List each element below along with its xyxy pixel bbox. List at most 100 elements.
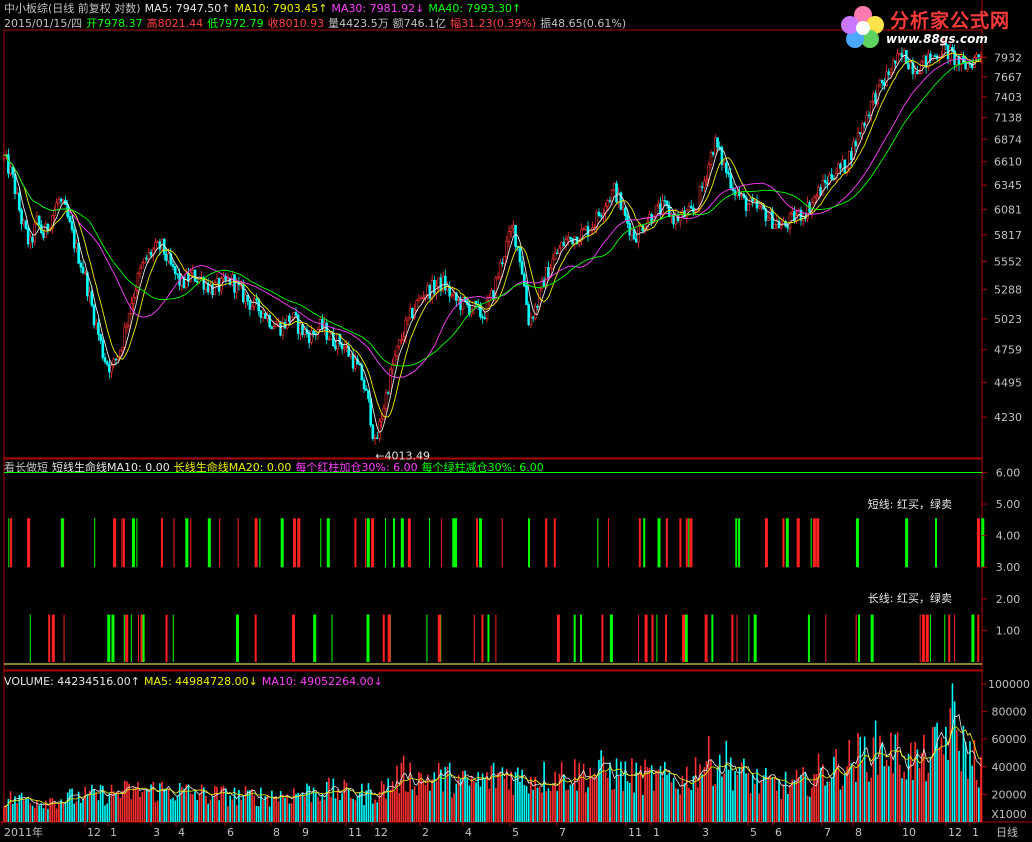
candle-body [786,225,790,229]
volume-bar [222,785,225,822]
long-signal-bar [682,614,686,662]
long-signal-bar [165,614,168,662]
volume-bar [776,790,778,822]
candle-body [119,349,122,357]
short-signal-bar [905,518,909,568]
volume-bar [429,790,431,822]
volume-bar [218,800,220,822]
long-signal-bar [366,614,370,662]
volume-bar [172,797,174,822]
short-signal-bar [259,518,261,568]
long-signal-bar [807,614,810,662]
volume-bar [38,805,40,822]
volume-bar [587,787,589,822]
long-signal-bar [291,614,295,662]
volume-bar [141,791,144,822]
long-signal-bar [387,614,391,662]
chart-canvas[interactable]: ←4013.4942304495475950235288555258176081… [0,0,1032,839]
short-signal-bar [60,518,64,568]
volume-header-item-0: VOLUME: 44234516.00↑ [4,675,140,688]
short-signal-bar [113,518,117,568]
volume-bar [920,753,923,822]
candle-body [42,232,45,238]
indicator-header-item-3: 每个红柱加仓30%: 6.00 [295,461,418,474]
volume-bar [490,765,493,822]
long-signal-bar [382,614,385,662]
candle-body [459,299,462,310]
candle-body [558,247,561,254]
volume-bar [690,790,692,822]
ma30-line [3,58,982,378]
volume-bar [593,773,596,822]
candle-body [176,273,179,275]
price-ytick-label: 7403 [994,91,1022,104]
candle-body [422,297,425,299]
volume-bar [51,798,54,822]
header-line2-item-0: 2015/01/15/四 [4,17,83,30]
candle-body [371,424,375,439]
volume-bar [293,788,295,822]
volume-bar [967,778,969,822]
candle-body [261,313,265,318]
candle-body [222,276,225,279]
volume-bar [11,803,14,822]
volume-bar [914,741,916,822]
volume-bar [484,777,486,822]
candle-body [773,223,776,229]
long-signal-bar [609,614,613,662]
xtick-label: 12 [374,826,388,839]
volume-bar [455,783,458,822]
candle-body [746,204,750,211]
xtick-label: 7 [559,826,566,839]
volume-bar [841,785,844,822]
long-signal-bar [644,614,648,662]
candle-body [79,262,83,268]
candle-body [527,304,531,325]
candle-body [285,315,289,329]
xtick-label: 4 [178,826,185,839]
volume-bar [978,787,980,822]
volume-bar [791,779,793,822]
long-signal-bar [556,614,560,662]
volume-bar [716,767,719,822]
candle-body [520,261,524,275]
volume-bar [659,766,662,822]
volume-bar [563,774,565,822]
xtick-label: 9 [302,826,309,839]
candle-body [509,227,513,232]
volume-bar [299,795,302,822]
volume-bar [749,793,752,822]
volume-bar [176,795,179,822]
short-signal-bar [685,518,688,568]
volume-bar [378,791,381,822]
volume-bar [25,798,27,822]
candle-body [83,272,87,274]
volume-bar [402,755,405,822]
chart-window[interactable]: ←4013.49 4230 4495 4759 5023 5288 5552 5817 6081… [0,0,1032,839]
volume-bar [420,773,422,822]
candle-body [88,291,91,297]
volume-bar [762,775,765,822]
volume-bar [266,794,269,822]
volume-bar [365,790,368,822]
candle-body [9,166,12,174]
indicator-ytick-label: 3.00 [996,561,1021,574]
volume-bar [707,736,710,822]
candle-body [514,224,517,247]
volume-bar [962,725,965,822]
volume-bar [523,785,526,822]
volume-bar [890,732,892,822]
volume-bar [569,784,572,822]
xtick-label: 6 [227,826,234,839]
candle-body [351,354,355,369]
candle-body [927,53,930,68]
short-line-label: 短线: 红买，绿卖 [868,497,952,511]
candle-body [270,326,274,330]
volume-bar [585,792,587,822]
candle-body [22,220,26,225]
volume-bar [780,799,783,822]
volume-bar [84,786,87,822]
volume-bar [754,783,756,822]
volume-bar [231,799,234,822]
ma5-line [3,48,982,433]
